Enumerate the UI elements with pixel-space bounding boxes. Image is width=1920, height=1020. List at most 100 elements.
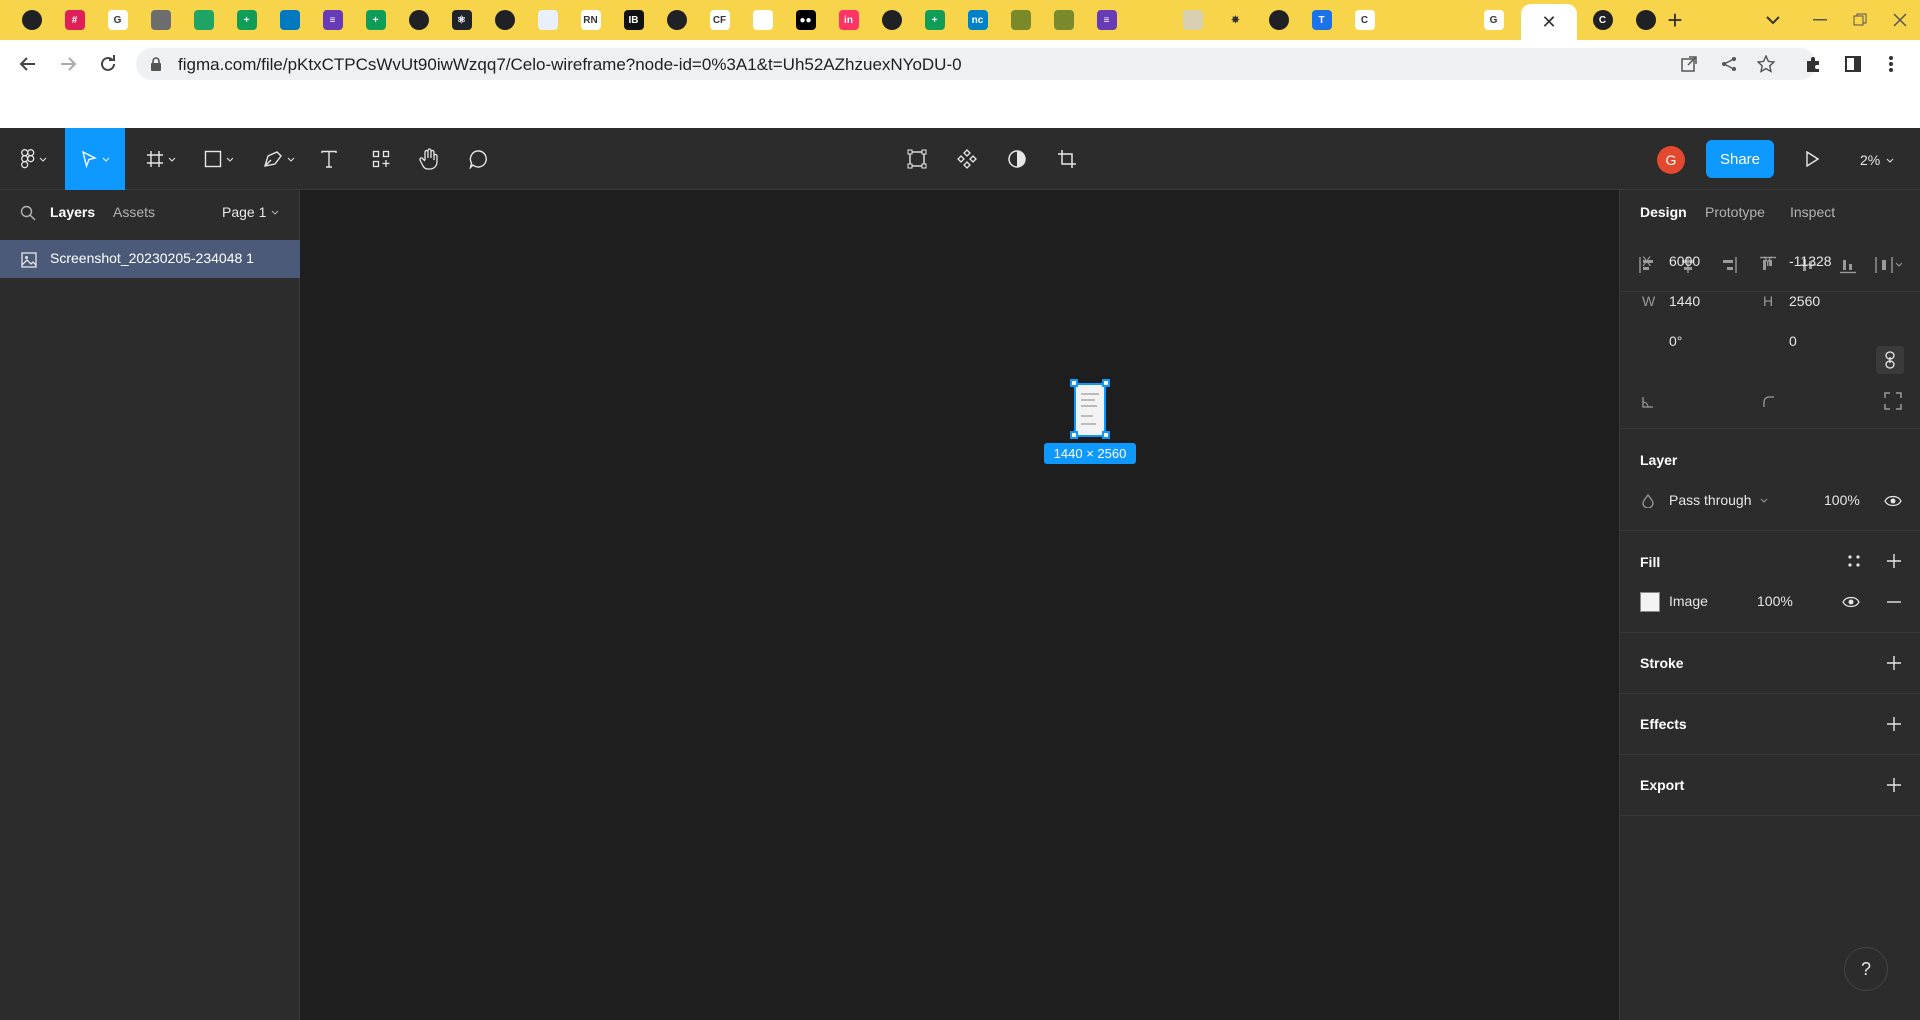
remove-fill-minus-icon[interactable] bbox=[1884, 592, 1904, 612]
frame-tool-icon[interactable] bbox=[140, 128, 182, 190]
minimize-icon[interactable] bbox=[1805, 8, 1835, 32]
crop-icon[interactable] bbox=[1052, 128, 1082, 190]
browser-tab[interactable] bbox=[655, 0, 698, 40]
browser-tab[interactable] bbox=[10, 0, 53, 40]
browser-tab[interactable] bbox=[1171, 0, 1214, 40]
open-in-app-icon[interactable] bbox=[1677, 52, 1701, 76]
close-tab-icon[interactable]: ✕ bbox=[1541, 12, 1556, 33]
close-window-icon[interactable] bbox=[1885, 8, 1915, 32]
browser-tab[interactable]: C bbox=[1343, 0, 1386, 40]
browser-tab[interactable]: + bbox=[354, 0, 397, 40]
address-bar[interactable]: figma.com/file/pKtxCTPCsWvUt90iwWzqq7/Ce… bbox=[136, 48, 1816, 80]
bookmark-star-icon[interactable] bbox=[1754, 52, 1778, 76]
browser-tab[interactable]: C bbox=[1581, 0, 1624, 40]
present-play-icon[interactable] bbox=[1800, 147, 1824, 171]
user-avatar[interactable]: G bbox=[1657, 146, 1685, 174]
resources-tool-icon[interactable] bbox=[366, 128, 396, 190]
new-tab-button[interactable]: + bbox=[1660, 5, 1690, 35]
browser-tab[interactable] bbox=[1128, 0, 1171, 40]
add-fill-plus-icon[interactable] bbox=[1884, 551, 1904, 571]
browser-tab[interactable] bbox=[1429, 0, 1472, 40]
constrain-proportions-button[interactable] bbox=[1876, 346, 1904, 374]
rotation-input[interactable]: 0° bbox=[1669, 333, 1682, 349]
browser-tab[interactable] bbox=[483, 0, 526, 40]
height-input[interactable]: 2560 bbox=[1789, 293, 1820, 309]
browser-tab[interactable] bbox=[741, 0, 784, 40]
fill-type-label[interactable]: Image bbox=[1669, 593, 1708, 609]
browser-tab[interactable] bbox=[1386, 0, 1429, 40]
browser-tab[interactable] bbox=[139, 0, 182, 40]
main-menu-figma-icon[interactable] bbox=[14, 128, 54, 190]
resize-handle-bottom-left[interactable] bbox=[1070, 431, 1078, 439]
help-button[interactable]: ? bbox=[1844, 947, 1888, 991]
distribute-spacing-icon[interactable] bbox=[1874, 256, 1904, 274]
browser-tab[interactable]: + bbox=[913, 0, 956, 40]
browser-tab[interactable]: G bbox=[1472, 0, 1515, 40]
share-button[interactable]: Share bbox=[1706, 140, 1774, 178]
extensions-puzzle-icon[interactable] bbox=[1799, 50, 1827, 78]
tab-layers[interactable]: Layers bbox=[50, 204, 95, 220]
browser-tab[interactable]: RN bbox=[569, 0, 612, 40]
move-tool-button[interactable] bbox=[65, 128, 125, 190]
tab-inspect[interactable]: Inspect bbox=[1790, 204, 1835, 220]
visibility-eye-icon[interactable] bbox=[1884, 494, 1902, 508]
active-tab[interactable]: ✕ bbox=[1521, 4, 1577, 40]
image-fill-swatch[interactable] bbox=[1640, 592, 1660, 612]
browser-tab[interactable]: T bbox=[1300, 0, 1343, 40]
styles-grid-icon[interactable] bbox=[1847, 554, 1861, 568]
url-text[interactable]: figma.com/file/pKtxCTPCsWvUt90iwWzqq7/Ce… bbox=[178, 55, 962, 75]
fill-visibility-eye-icon[interactable] bbox=[1842, 595, 1860, 609]
browser-tab[interactable]: ⚛ bbox=[440, 0, 483, 40]
width-input[interactable]: 1440 bbox=[1669, 293, 1700, 309]
restore-icon[interactable] bbox=[1845, 8, 1875, 32]
browser-tab[interactable]: ≡ bbox=[1085, 0, 1128, 40]
resize-handle-bottom-right[interactable] bbox=[1102, 431, 1110, 439]
blend-mode-dropdown[interactable]: Pass through bbox=[1669, 492, 1768, 508]
resize-handle-top-right[interactable] bbox=[1102, 379, 1110, 387]
browser-tab[interactable] bbox=[526, 0, 569, 40]
tab-prototype[interactable]: Prototype bbox=[1705, 204, 1765, 220]
layer-opacity-input[interactable]: 100% bbox=[1824, 492, 1860, 508]
layer-item-screenshot[interactable]: Screenshot_20230205-234048 1 bbox=[0, 240, 300, 278]
browser-tab[interactable]: ●● bbox=[784, 0, 827, 40]
browser-tab[interactable]: nc bbox=[956, 0, 999, 40]
tab-search-chevron-icon[interactable] bbox=[1761, 8, 1785, 32]
browser-tab[interactable] bbox=[870, 0, 913, 40]
browser-tab[interactable]: ✸ bbox=[1214, 0, 1257, 40]
align-bottom-icon[interactable] bbox=[1838, 256, 1858, 274]
pen-tool-icon[interactable] bbox=[258, 128, 300, 190]
browser-tab[interactable]: ≡ bbox=[311, 0, 354, 40]
x-input[interactable]: 6000 bbox=[1669, 253, 1700, 269]
mask-contrast-icon[interactable] bbox=[1002, 128, 1032, 190]
corner-radius-input[interactable]: 0 bbox=[1789, 333, 1797, 349]
browser-tab[interactable] bbox=[182, 0, 225, 40]
independent-corners-icon[interactable] bbox=[1884, 392, 1902, 410]
browser-tab[interactable]: + bbox=[225, 0, 268, 40]
back-arrow-icon[interactable] bbox=[14, 50, 42, 78]
add-export-plus-icon[interactable] bbox=[1884, 775, 1904, 795]
browser-tab[interactable] bbox=[999, 0, 1042, 40]
tab-assets[interactable]: Assets bbox=[113, 204, 155, 220]
component-icon[interactable] bbox=[952, 128, 982, 190]
browser-tab[interactable]: in bbox=[827, 0, 870, 40]
y-input[interactable]: -11328 bbox=[1789, 253, 1832, 269]
browser-tab[interactable]: G bbox=[96, 0, 139, 40]
design-canvas[interactable]: 1440 × 2560 bbox=[300, 190, 1619, 1020]
browser-tab[interactable]: IB bbox=[612, 0, 655, 40]
browser-menu-icon[interactable] bbox=[1877, 50, 1905, 78]
rectangle-tool-icon[interactable] bbox=[198, 128, 240, 190]
selected-image-frame[interactable] bbox=[1074, 383, 1106, 437]
resize-handle-top-left[interactable] bbox=[1070, 379, 1078, 387]
add-stroke-plus-icon[interactable] bbox=[1884, 653, 1904, 673]
tab-design[interactable]: Design bbox=[1640, 204, 1687, 220]
comment-tool-icon[interactable] bbox=[464, 128, 494, 190]
hand-tool-icon[interactable] bbox=[414, 128, 444, 190]
share-page-icon[interactable] bbox=[1717, 52, 1741, 76]
browser-tab[interactable]: CF bbox=[698, 0, 741, 40]
page-selector[interactable]: Page 1 bbox=[222, 204, 279, 220]
search-icon[interactable] bbox=[20, 205, 36, 221]
add-effect-plus-icon[interactable] bbox=[1884, 714, 1904, 734]
align-right-icon[interactable] bbox=[1718, 256, 1738, 274]
reload-icon[interactable] bbox=[94, 50, 122, 78]
forward-arrow-icon[interactable] bbox=[54, 50, 82, 78]
